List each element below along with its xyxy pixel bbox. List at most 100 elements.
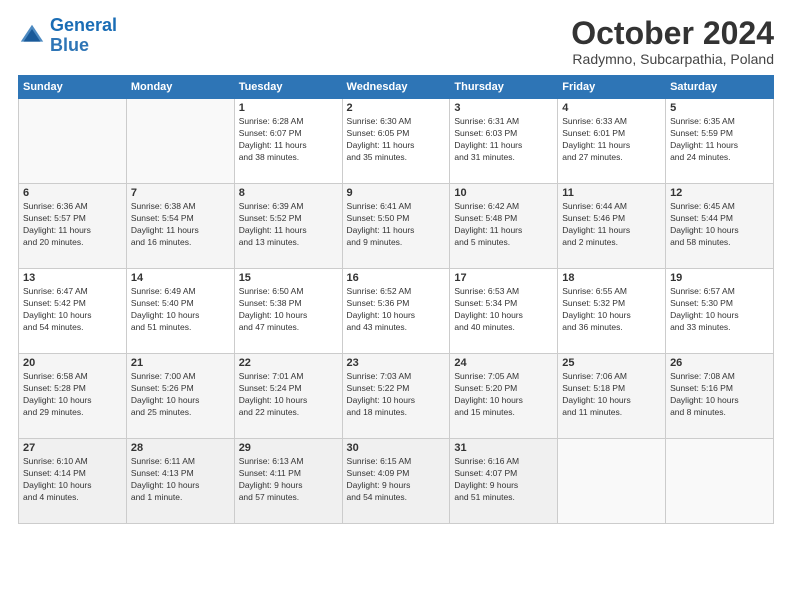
table-row: 3Sunrise: 6:31 AM Sunset: 6:03 PM Daylig…	[450, 99, 558, 184]
table-row: 11Sunrise: 6:44 AM Sunset: 5:46 PM Dayli…	[558, 184, 666, 269]
table-row: 10Sunrise: 6:42 AM Sunset: 5:48 PM Dayli…	[450, 184, 558, 269]
calendar-week-row: 20 Sunrise: 6:58 AM Sunset: 5:28 PM Dayli…	[19, 354, 774, 439]
calendar-week-row: 13 Sunrise: 6:47 AM Sunset: 5:42 PM Dayli…	[19, 269, 774, 354]
day-number: 24	[454, 357, 553, 369]
day-info: Sunrise: 6:30 AM Sunset: 6:05 PM Dayligh…	[347, 116, 446, 164]
day-number: 25	[562, 357, 661, 369]
day-number: 16	[347, 272, 446, 284]
day-info: Sunrise: 7:08 AM Sunset: 5:16 PM Dayligh…	[670, 371, 769, 419]
day-number: 27	[23, 442, 122, 454]
page: General Blue October 2024 Radymno, Subca…	[0, 0, 792, 612]
table-row	[126, 99, 234, 184]
location-subtitle: Radymno, Subcarpathia, Poland	[571, 51, 774, 67]
day-number: 28	[131, 442, 230, 454]
day-info: Sunrise: 7:00 AM Sunset: 5:26 PM Dayligh…	[131, 371, 230, 419]
day-info: Sunrise: 6:11 AM Sunset: 4:13 PM Dayligh…	[131, 456, 230, 504]
day-info: Sunrise: 6:57 AM Sunset: 5:30 PM Dayligh…	[670, 286, 769, 334]
day-number: 30	[347, 442, 446, 454]
day-number: 20	[23, 357, 122, 369]
table-row: 14Sunrise: 6:49 AM Sunset: 5:40 PM Dayli…	[126, 269, 234, 354]
logo-general: General	[50, 15, 117, 35]
day-number: 29	[239, 442, 338, 454]
table-row: 1 Sunrise: 6:28 AM Sunset: 6:07 PM Daylig…	[234, 99, 342, 184]
day-number: 22	[239, 357, 338, 369]
day-info: Sunrise: 6:36 AM Sunset: 5:57 PM Dayligh…	[23, 201, 122, 249]
col-friday: Friday	[558, 76, 666, 99]
day-info: Sunrise: 6:38 AM Sunset: 5:54 PM Dayligh…	[131, 201, 230, 249]
day-number: 7	[131, 187, 230, 199]
day-number: 23	[347, 357, 446, 369]
table-row: 30 Sunrise: 6:15 AM Sunset: 4:09 PM Dayli…	[342, 439, 450, 524]
table-row: 25Sunrise: 7:06 AM Sunset: 5:18 PM Dayli…	[558, 354, 666, 439]
day-number: 13	[23, 272, 122, 284]
logo: General Blue	[18, 16, 117, 56]
table-row: 20 Sunrise: 6:58 AM Sunset: 5:28 PM Dayli…	[19, 354, 127, 439]
col-tuesday: Tuesday	[234, 76, 342, 99]
table-row: 13 Sunrise: 6:47 AM Sunset: 5:42 PM Dayli…	[19, 269, 127, 354]
day-number: 1	[239, 102, 338, 114]
day-info: Sunrise: 6:15 AM Sunset: 4:09 PM Dayligh…	[347, 456, 446, 504]
table-row: 7 Sunrise: 6:38 AM Sunset: 5:54 PM Daylig…	[126, 184, 234, 269]
day-number: 6	[23, 187, 122, 199]
day-info: Sunrise: 6:33 AM Sunset: 6:01 PM Dayligh…	[562, 116, 661, 164]
table-row: 29 Sunrise: 6:13 AM Sunset: 4:11 PM Dayli…	[234, 439, 342, 524]
day-info: Sunrise: 6:41 AM Sunset: 5:50 PM Dayligh…	[347, 201, 446, 249]
table-row	[666, 439, 774, 524]
day-number: 2	[347, 102, 446, 114]
col-saturday: Saturday	[666, 76, 774, 99]
day-number: 5	[670, 102, 769, 114]
table-row: 2 Sunrise: 6:30 AM Sunset: 6:05 PM Daylig…	[342, 99, 450, 184]
day-info: Sunrise: 6:16 AM Sunset: 4:07 PM Dayligh…	[454, 456, 553, 504]
calendar-week-row: 1 Sunrise: 6:28 AM Sunset: 6:07 PM Daylig…	[19, 99, 774, 184]
day-number: 17	[454, 272, 553, 284]
day-number: 12	[670, 187, 769, 199]
logo-icon	[18, 22, 46, 50]
day-info: Sunrise: 6:31 AM Sunset: 6:03 PM Dayligh…	[454, 116, 553, 164]
day-number: 26	[670, 357, 769, 369]
calendar-week-row: 6 Sunrise: 6:36 AM Sunset: 5:57 PM Daylig…	[19, 184, 774, 269]
table-row: 5 Sunrise: 6:35 AM Sunset: 5:59 PM Daylig…	[666, 99, 774, 184]
table-row: 22 Sunrise: 7:01 AM Sunset: 5:24 PM Dayli…	[234, 354, 342, 439]
day-number: 8	[239, 187, 338, 199]
logo-text: General Blue	[50, 16, 117, 56]
day-info: Sunrise: 6:42 AM Sunset: 5:48 PM Dayligh…	[454, 201, 553, 249]
day-info: Sunrise: 6:53 AM Sunset: 5:34 PM Dayligh…	[454, 286, 553, 334]
table-row: 8Sunrise: 6:39 AM Sunset: 5:52 PM Daylig…	[234, 184, 342, 269]
month-title: October 2024	[571, 16, 774, 51]
header: General Blue October 2024 Radymno, Subca…	[18, 16, 774, 67]
table-row: 23 Sunrise: 7:03 AM Sunset: 5:22 PM Dayli…	[342, 354, 450, 439]
table-row: 31Sunrise: 6:16 AM Sunset: 4:07 PM Dayli…	[450, 439, 558, 524]
table-row: 6 Sunrise: 6:36 AM Sunset: 5:57 PM Daylig…	[19, 184, 127, 269]
table-row: 15Sunrise: 6:50 AM Sunset: 5:38 PM Dayli…	[234, 269, 342, 354]
table-row: 4Sunrise: 6:33 AM Sunset: 6:01 PM Daylig…	[558, 99, 666, 184]
day-number: 21	[131, 357, 230, 369]
col-monday: Monday	[126, 76, 234, 99]
day-info: Sunrise: 6:10 AM Sunset: 4:14 PM Dayligh…	[23, 456, 122, 504]
day-info: Sunrise: 6:13 AM Sunset: 4:11 PM Dayligh…	[239, 456, 338, 504]
day-info: Sunrise: 7:05 AM Sunset: 5:20 PM Dayligh…	[454, 371, 553, 419]
table-row: 16 Sunrise: 6:52 AM Sunset: 5:36 PM Dayli…	[342, 269, 450, 354]
day-number: 9	[347, 187, 446, 199]
logo-blue: Blue	[50, 35, 89, 55]
day-info: Sunrise: 6:28 AM Sunset: 6:07 PM Dayligh…	[239, 116, 338, 164]
day-info: Sunrise: 6:35 AM Sunset: 5:59 PM Dayligh…	[670, 116, 769, 164]
title-block: October 2024 Radymno, Subcarpathia, Pola…	[571, 16, 774, 67]
table-row: 19Sunrise: 6:57 AM Sunset: 5:30 PM Dayli…	[666, 269, 774, 354]
table-row: 24 Sunrise: 7:05 AM Sunset: 5:20 PM Dayli…	[450, 354, 558, 439]
day-info: Sunrise: 6:58 AM Sunset: 5:28 PM Dayligh…	[23, 371, 122, 419]
table-row: 9 Sunrise: 6:41 AM Sunset: 5:50 PM Daylig…	[342, 184, 450, 269]
table-row: 18 Sunrise: 6:55 AM Sunset: 5:32 PM Dayli…	[558, 269, 666, 354]
calendar-week-row: 27 Sunrise: 6:10 AM Sunset: 4:14 PM Dayli…	[19, 439, 774, 524]
day-info: Sunrise: 6:55 AM Sunset: 5:32 PM Dayligh…	[562, 286, 661, 334]
col-thursday: Thursday	[450, 76, 558, 99]
day-number: 18	[562, 272, 661, 284]
day-info: Sunrise: 7:01 AM Sunset: 5:24 PM Dayligh…	[239, 371, 338, 419]
table-row: 27 Sunrise: 6:10 AM Sunset: 4:14 PM Dayli…	[19, 439, 127, 524]
col-wednesday: Wednesday	[342, 76, 450, 99]
day-info: Sunrise: 7:03 AM Sunset: 5:22 PM Dayligh…	[347, 371, 446, 419]
day-info: Sunrise: 6:52 AM Sunset: 5:36 PM Dayligh…	[347, 286, 446, 334]
day-info: Sunrise: 6:47 AM Sunset: 5:42 PM Dayligh…	[23, 286, 122, 334]
calendar-table: Sunday Monday Tuesday Wednesday Thursday…	[18, 75, 774, 524]
day-info: Sunrise: 6:45 AM Sunset: 5:44 PM Dayligh…	[670, 201, 769, 249]
table-row: 12 Sunrise: 6:45 AM Sunset: 5:44 PM Dayli…	[666, 184, 774, 269]
